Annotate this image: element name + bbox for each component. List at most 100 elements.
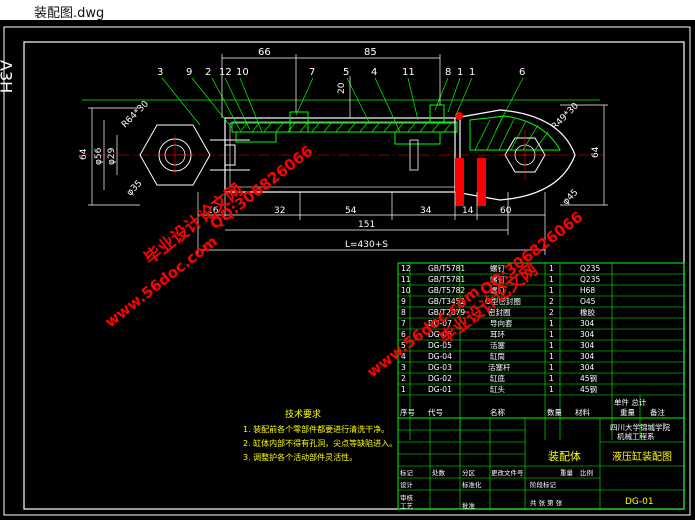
svg-text:1: 1 — [457, 67, 463, 78]
svg-text:5: 5 — [343, 67, 349, 78]
svg-text:12: 12 — [401, 264, 411, 273]
svg-text:橡胶: 橡胶 — [580, 307, 595, 317]
seal-red-2 — [477, 158, 486, 206]
svg-text:设计: 设计 — [400, 480, 414, 489]
svg-text:导向套: 导向套 — [490, 318, 513, 328]
svg-text:1: 1 — [549, 286, 554, 295]
svg-text:GB/T5781: GB/T5781 — [428, 264, 465, 273]
top-dimensions — [221, 54, 441, 118]
dim-151: 151 — [358, 220, 375, 230]
assembly-view — [78, 104, 604, 206]
bom-table: 12 GB/T5781 螺钉 1 Q235 11 GB/T5781 螺钉 1 Q235 10 GB… — [397, 262, 685, 440]
svg-text:1: 1 — [549, 385, 554, 394]
school-name: 四川大学锦城学院 — [610, 422, 670, 432]
svg-text:1: 1 — [469, 67, 475, 78]
svg-text:1: 1 — [549, 319, 554, 328]
svg-text:DG-02: DG-02 — [428, 374, 452, 383]
svg-text:更改文件号: 更改文件号 — [491, 468, 524, 477]
svg-text:活塞: 活塞 — [490, 340, 505, 350]
svg-text:序号: 序号 — [400, 407, 415, 417]
dim-66: 66 — [258, 47, 271, 58]
svg-text:缸底: 缸底 — [490, 373, 505, 383]
watermarks: 毕业设计论文网 www.56doc.com QQ:306826066 毕业设计论… — [101, 142, 586, 381]
svg-text:标准化: 标准化 — [462, 480, 482, 489]
svg-text:DG-03: DG-03 — [428, 363, 452, 372]
notes-title: 技术要求 — [285, 408, 321, 420]
svg-text:7: 7 — [309, 67, 315, 78]
svg-text:9: 9 — [401, 297, 406, 306]
part-number-labels: 3 9 2 12 10 7 5 4 11 8 1 1 6 — [157, 67, 525, 78]
svg-text:1: 1 — [549, 275, 554, 284]
svg-text:11: 11 — [402, 67, 415, 78]
svg-text:1: 1 — [549, 374, 554, 383]
sheet-size-label: A3H — [0, 60, 16, 93]
svg-text:10: 10 — [401, 286, 411, 295]
svg-text:1: 1 — [549, 352, 554, 361]
drawing-name: 液压缸装配图 — [612, 450, 672, 463]
svg-text:304: 304 — [580, 341, 595, 350]
dim-34: 34 — [420, 206, 432, 216]
dim-32: 32 — [274, 206, 285, 216]
technical-notes: 技术要求 1. 装配前各个零部件都要进行清洗干净。 2. 缸体内部不得有孔洞，尖… — [243, 408, 397, 462]
note-3: 3. 调整护各个活动部件灵活性。 — [243, 452, 357, 462]
svg-text:处数: 处数 — [432, 468, 446, 477]
dim-45: φ45 — [561, 188, 580, 207]
svg-text:12: 12 — [219, 67, 232, 78]
svg-text:3: 3 — [401, 363, 406, 372]
svg-text:H68: H68 — [580, 286, 595, 295]
svg-text:审核: 审核 — [400, 493, 414, 502]
svg-text:阶段标记: 阶段标记 — [530, 480, 557, 489]
svg-text:Q235: Q235 — [580, 275, 600, 284]
dept-name: 机械工程系 — [617, 431, 655, 441]
dim-85: 85 — [364, 47, 377, 58]
dim-total-length: L=430+S — [345, 240, 388, 250]
svg-text:9: 9 — [186, 67, 192, 78]
dim-64-left: 64 — [79, 148, 89, 160]
svg-text:O45: O45 — [580, 297, 596, 306]
dim-29: φ29 — [107, 147, 117, 165]
dim-35: φ35 — [125, 179, 144, 198]
svg-text:DG-01: DG-01 — [428, 385, 452, 394]
svg-text:8: 8 — [401, 308, 406, 317]
svg-text:GB/T5781: GB/T5781 — [428, 275, 465, 284]
svg-text:Q235: Q235 — [580, 264, 600, 273]
title-block-labels: 标记 处数 分区 更改文件号 设计 标准化 阶段标记 重量 比例 审核 工艺 批… — [400, 468, 593, 510]
svg-text:11: 11 — [401, 275, 411, 284]
svg-text:耳环: 耳环 — [490, 330, 505, 339]
svg-text:1: 1 — [549, 330, 554, 339]
svg-text:304: 304 — [580, 319, 595, 328]
svg-text:备注: 备注 — [650, 407, 665, 417]
svg-text:材料: 材料 — [575, 407, 590, 417]
svg-text:共 张 第 张: 共 张 第 张 — [530, 498, 563, 507]
svg-text:1: 1 — [549, 363, 554, 372]
svg-text:45钢: 45钢 — [580, 384, 597, 394]
svg-text:分区: 分区 — [462, 468, 476, 477]
svg-text:3: 3 — [157, 67, 163, 78]
radius-left: R64*30 — [120, 99, 151, 130]
svg-text:单件 总计: 单件 总计 — [614, 397, 647, 407]
svg-text:2: 2 — [549, 308, 554, 317]
bom-header: 序号 代号 名称 数量 材料 单件 总计 重量 备注 — [400, 397, 665, 417]
svg-text:2: 2 — [549, 297, 554, 306]
cad-canvas[interactable]: A3H 3 9 2 12 10 7 5 4 11 8 1 1 6 66 85 2… — [0, 20, 695, 520]
svg-text:工艺: 工艺 — [400, 502, 414, 510]
drawing-label: 装配体 — [548, 449, 581, 463]
dim-20: 20 — [337, 82, 347, 94]
svg-text:1: 1 — [549, 264, 554, 273]
note-2: 2. 缸体内部不得有孔洞，尖点等缺陷进入。 — [243, 438, 397, 448]
svg-text:活塞杆: 活塞杆 — [488, 362, 511, 372]
svg-text:1: 1 — [549, 341, 554, 350]
dim-56: φ56 — [94, 147, 104, 165]
svg-text:缸头: 缸头 — [490, 384, 505, 394]
radius-right: R49*30 — [550, 101, 581, 132]
svg-text:重量: 重量 — [620, 408, 635, 417]
dim-14: 14 — [462, 206, 474, 216]
window-title: 装配图.dwg — [34, 6, 105, 21]
svg-text:45钢: 45钢 — [580, 373, 597, 383]
watermark-qq-2: QQ:306826066 — [476, 208, 586, 299]
svg-text:7: 7 — [401, 319, 406, 328]
title-bar: 装配图.dwg — [0, 0, 695, 21]
svg-text:批准: 批准 — [462, 501, 476, 510]
svg-text:304: 304 — [580, 352, 595, 361]
title-block: 装配体 四川大学锦城学院 机械工程系 液压缸装配图 DG-01 标记 处数 分区… — [397, 417, 685, 510]
